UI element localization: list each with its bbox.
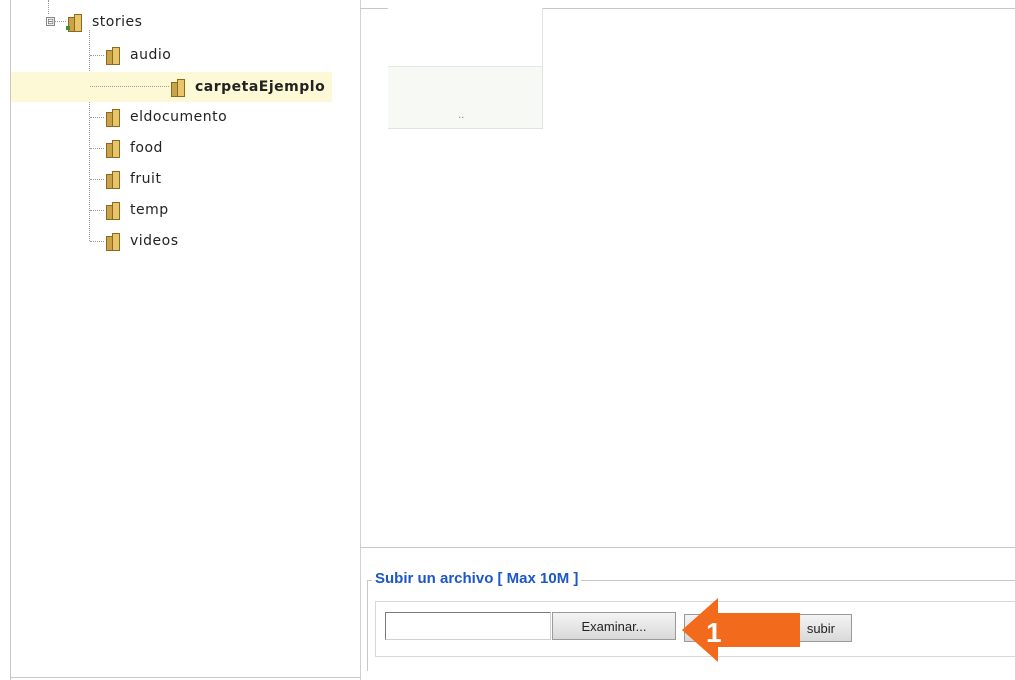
panel-divider[interactable] (360, 0, 361, 680)
parent-folder-label: .. (458, 110, 465, 121)
folder-icon (104, 139, 122, 158)
tree-connector (90, 55, 104, 57)
tree-item-label: eldocumento (130, 109, 228, 125)
tree-item-temp[interactable]: temp (104, 196, 169, 224)
tree-item-videos[interactable]: videos (104, 227, 179, 255)
tree-bottom-border (10, 677, 361, 678)
tree-item-fruit[interactable]: fruit (104, 165, 161, 193)
folder-icon (104, 46, 122, 65)
tree-item-label: stories (92, 14, 143, 30)
tree-item-food[interactable]: food (104, 134, 163, 162)
entry-caption-area: .. (388, 67, 542, 128)
step-number: 1 (706, 617, 722, 648)
file-panel-bottom-border (360, 547, 1015, 548)
tree-item-label: temp (130, 202, 169, 218)
tree-connector (90, 86, 169, 88)
upload-legend: Subir un archivo [ Max 10M ] (372, 570, 582, 587)
folder-icon (66, 13, 84, 32)
file-manager-window: ⊟ stories audio carpetaEjemplo eldocumen… (0, 0, 1015, 680)
tree-connector (90, 241, 104, 243)
step-annotation-arrow-icon: 1 (682, 598, 800, 662)
tree-item-audio[interactable]: audio (104, 41, 171, 69)
tree-connector (90, 117, 104, 119)
parent-folder-entry[interactable]: .. (388, 8, 543, 129)
tree-item-eldocumento[interactable]: eldocumento (104, 103, 227, 131)
tree-connector (54, 21, 66, 23)
tree-connector (48, 0, 50, 14)
folder-icon (169, 78, 187, 97)
tree-connector (90, 179, 104, 181)
folder-icon (104, 170, 122, 189)
browse-button[interactable]: Examinar... (552, 612, 676, 640)
tree-item-carpetaEjemplo[interactable]: carpetaEjemplo (11, 72, 332, 102)
tree-item-label: carpetaEjemplo (195, 79, 326, 95)
tree-connector (90, 148, 104, 150)
folder-icon (104, 232, 122, 251)
tree-item-label: audio (130, 47, 172, 63)
folder-icon (104, 201, 122, 220)
thumbnail-area (388, 8, 542, 66)
tree-connector (90, 210, 104, 212)
tree-item-label: fruit (130, 171, 162, 187)
tree-item-label: videos (130, 233, 179, 249)
tree-item-stories[interactable]: stories (66, 8, 142, 36)
file-path-input[interactable] (385, 612, 551, 640)
folder-icon (104, 108, 122, 127)
folder-tree: ⊟ stories audio carpetaEjemplo eldocumen… (0, 0, 360, 280)
tree-item-label: food (130, 140, 163, 156)
